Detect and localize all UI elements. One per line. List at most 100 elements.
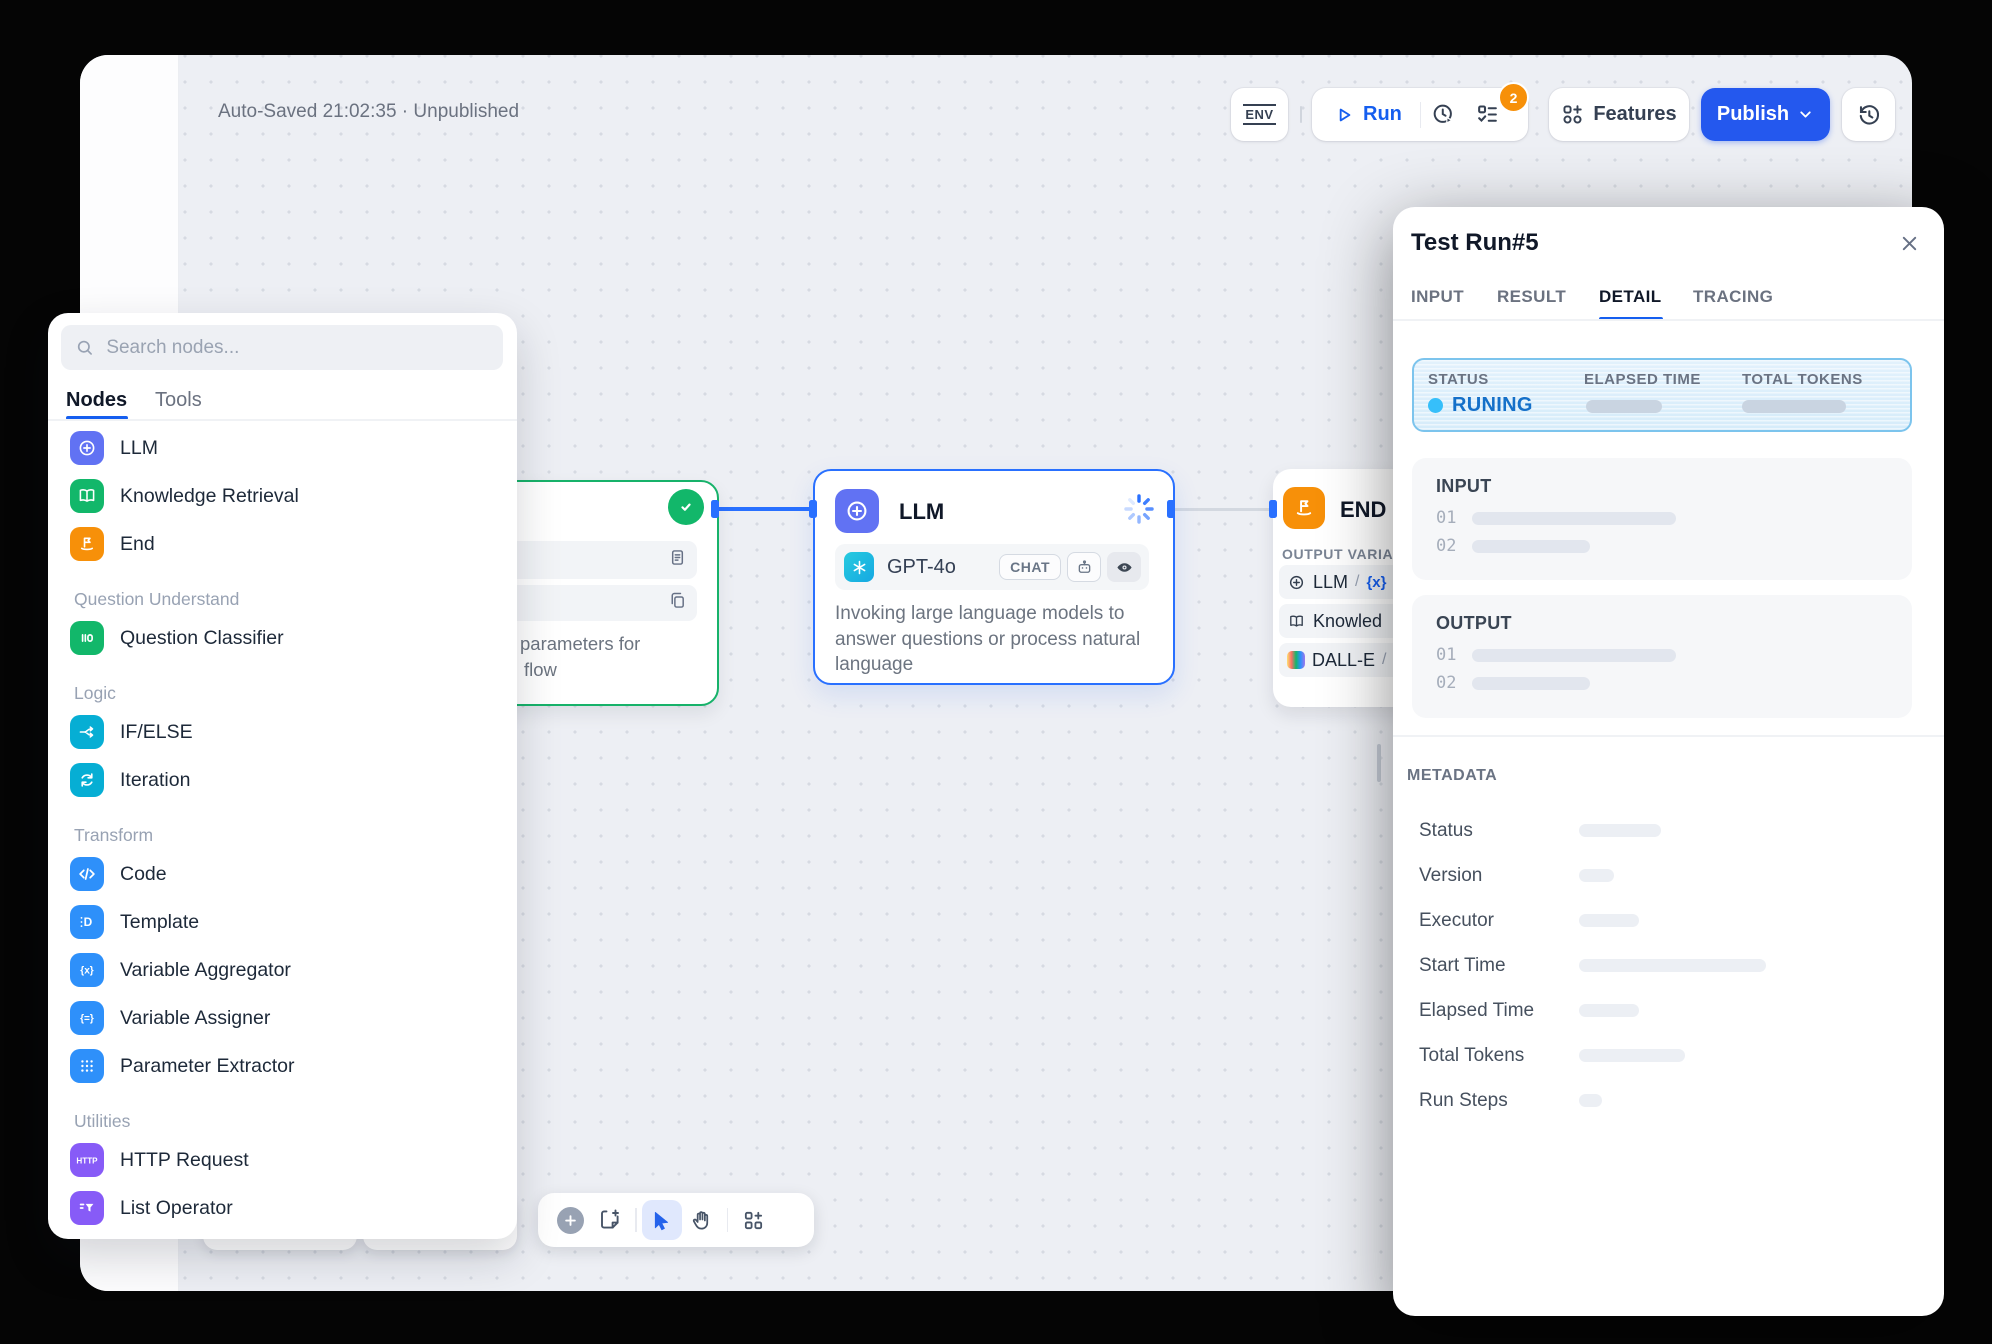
- end-flag-icon: [70, 527, 104, 561]
- node-search-box[interactable]: [61, 325, 503, 370]
- input-row-1: 01: [1436, 508, 1676, 528]
- run-button-group: Run: [1312, 88, 1528, 141]
- organize-nodes-button[interactable]: [733, 1200, 773, 1240]
- node-item-variable-assigner[interactable]: {=} Variable Assigner: [48, 994, 517, 1042]
- meta-row-total-tokens: Total Tokens: [1393, 1033, 1944, 1078]
- end-node-icon: [1283, 487, 1325, 529]
- input-title: INPUT: [1436, 476, 1492, 497]
- tab-tools[interactable]: Tools: [155, 389, 202, 412]
- output-skeleton-2: [1472, 677, 1590, 690]
- node-item-parameter-extractor[interactable]: Parameter Extractor: [48, 1042, 517, 1090]
- node-item-http-request[interactable]: HTTP HTTP Request: [48, 1136, 517, 1184]
- run-status-card: STATUS ELAPSED TIME TOTAL TOKENS RUNING: [1412, 358, 1912, 432]
- run-button[interactable]: Run: [1312, 88, 1420, 141]
- node-item-template[interactable]: D Template: [48, 898, 517, 946]
- add-node-button[interactable]: [550, 1200, 590, 1240]
- features-button[interactable]: Features: [1549, 88, 1689, 141]
- tabs-border: [48, 419, 517, 421]
- node-item-code[interactable]: Code: [48, 850, 517, 898]
- node-item-llm[interactable]: LLM: [48, 424, 517, 472]
- metadata-divider: [1393, 735, 1944, 737]
- node-item-list-operator[interactable]: List Operator: [48, 1184, 517, 1232]
- book-mini-icon: [1287, 612, 1306, 631]
- iteration-loop-icon: [70, 763, 104, 797]
- tab-result[interactable]: RESULT: [1497, 287, 1566, 307]
- node-group-question-understand: Question Understand: [48, 568, 517, 614]
- tabs-border: [1393, 319, 1944, 321]
- add-circle-icon: [557, 1207, 584, 1234]
- start-node-output-port[interactable]: [711, 500, 719, 518]
- search-input[interactable]: [104, 336, 489, 360]
- node-item-iteration[interactable]: Iteration: [48, 756, 517, 804]
- output-card: OUTPUT 01 02: [1412, 595, 1912, 718]
- version-history-button[interactable]: [1842, 88, 1895, 141]
- toolbar-divider: [727, 1208, 729, 1232]
- parameter-extractor-icon: [70, 1049, 104, 1083]
- end-node-output-variables-label: OUTPUT VARIA: [1282, 546, 1393, 562]
- edge-llm-end: [1175, 508, 1273, 511]
- knowledge-book-icon: [70, 479, 104, 513]
- tab-tracing[interactable]: TRACING: [1693, 287, 1773, 307]
- output-title: OUTPUT: [1436, 613, 1512, 634]
- add-note-button[interactable]: [590, 1200, 630, 1240]
- canvas-control-toolbar: [538, 1193, 814, 1247]
- openai-icon: [844, 552, 874, 582]
- dalle-icon: [1287, 651, 1305, 669]
- app-screenshot: parameters for flow LLM GPT-4o CHAT Invo…: [0, 0, 1992, 1344]
- chat-mode-badge: CHAT: [999, 554, 1061, 580]
- run-history-clock-button[interactable]: [1421, 88, 1465, 141]
- copy-icon: [667, 590, 688, 616]
- end-node-input-port[interactable]: [1269, 500, 1277, 518]
- start-node-description-line2: flow: [524, 657, 557, 683]
- env-variables-button[interactable]: ENV: [1231, 88, 1288, 141]
- tab-nodes[interactable]: Nodes: [66, 389, 127, 412]
- llm-node-title: LLM: [899, 499, 944, 525]
- llm-mini-icon: [1287, 573, 1306, 592]
- metadata-title: METADATA: [1407, 767, 1497, 785]
- llm-model-name: GPT-4o: [887, 556, 999, 579]
- output-row-2: 02: [1436, 673, 1590, 693]
- node-group-transform: Transform: [48, 804, 517, 850]
- organize-layout-icon: [742, 1209, 765, 1232]
- svg-text:HTTP: HTTP: [76, 1156, 98, 1165]
- llm-model-selector[interactable]: GPT-4o CHAT: [835, 544, 1149, 590]
- hand-mode-button[interactable]: [682, 1200, 722, 1240]
- tab-input[interactable]: INPUT: [1411, 287, 1464, 307]
- meta-steps-skeleton: [1579, 1094, 1602, 1107]
- meta-elapsed-skeleton: [1579, 1004, 1639, 1017]
- svg-text:{x}: {x}: [80, 966, 94, 977]
- canvas-scrollbar[interactable]: [1377, 744, 1381, 782]
- node-selector-panel: Nodes Tools LLM Knowledge Retrieval End …: [48, 313, 517, 1239]
- template-icon: D: [70, 905, 104, 939]
- llm-node-input-port[interactable]: [809, 500, 817, 518]
- meta-row-status: Status: [1393, 808, 1944, 853]
- publish-button[interactable]: Publish: [1701, 88, 1830, 141]
- end-node-title: END: [1340, 497, 1386, 523]
- running-spinner-icon: [1122, 492, 1156, 526]
- success-check-icon: [668, 489, 704, 525]
- node-group-utilities: Utilities: [48, 1090, 517, 1136]
- autosave-status: Auto-Saved 21:02:35 · Unpublished: [218, 101, 519, 123]
- close-icon[interactable]: [1899, 233, 1920, 259]
- question-classifier-icon: [70, 621, 104, 655]
- meta-row-elapsed-time: Elapsed Time: [1393, 988, 1944, 1033]
- node-item-if-else[interactable]: IF/ELSE: [48, 708, 517, 756]
- test-run-panel: Test Run#5 INPUT RESULT DETAIL TRACING S…: [1393, 207, 1944, 1316]
- llm-node-icon: [835, 489, 879, 533]
- meta-executor-skeleton: [1579, 914, 1639, 927]
- node-item-variable-aggregator[interactable]: {x} Variable Aggregator: [48, 946, 517, 994]
- metadata-rows: Status Version Executor Start Time Elaps…: [1393, 808, 1944, 1123]
- search-icon: [75, 337, 94, 358]
- pointer-mode-button[interactable]: [642, 1200, 682, 1240]
- run-panel-title: Test Run#5: [1411, 229, 1539, 257]
- status-value: RUNING: [1428, 394, 1533, 417]
- meta-row-start-time: Start Time: [1393, 943, 1944, 988]
- play-icon: [1334, 105, 1354, 125]
- tab-detail[interactable]: DETAIL: [1599, 287, 1662, 307]
- code-icon: [70, 857, 104, 891]
- llm-node-output-port[interactable]: [1167, 500, 1175, 518]
- status-label: STATUS: [1428, 371, 1489, 388]
- node-item-knowledge-retrieval[interactable]: Knowledge Retrieval: [48, 472, 517, 520]
- node-item-question-classifier[interactable]: Question Classifier: [48, 614, 517, 662]
- node-item-end[interactable]: End: [48, 520, 517, 568]
